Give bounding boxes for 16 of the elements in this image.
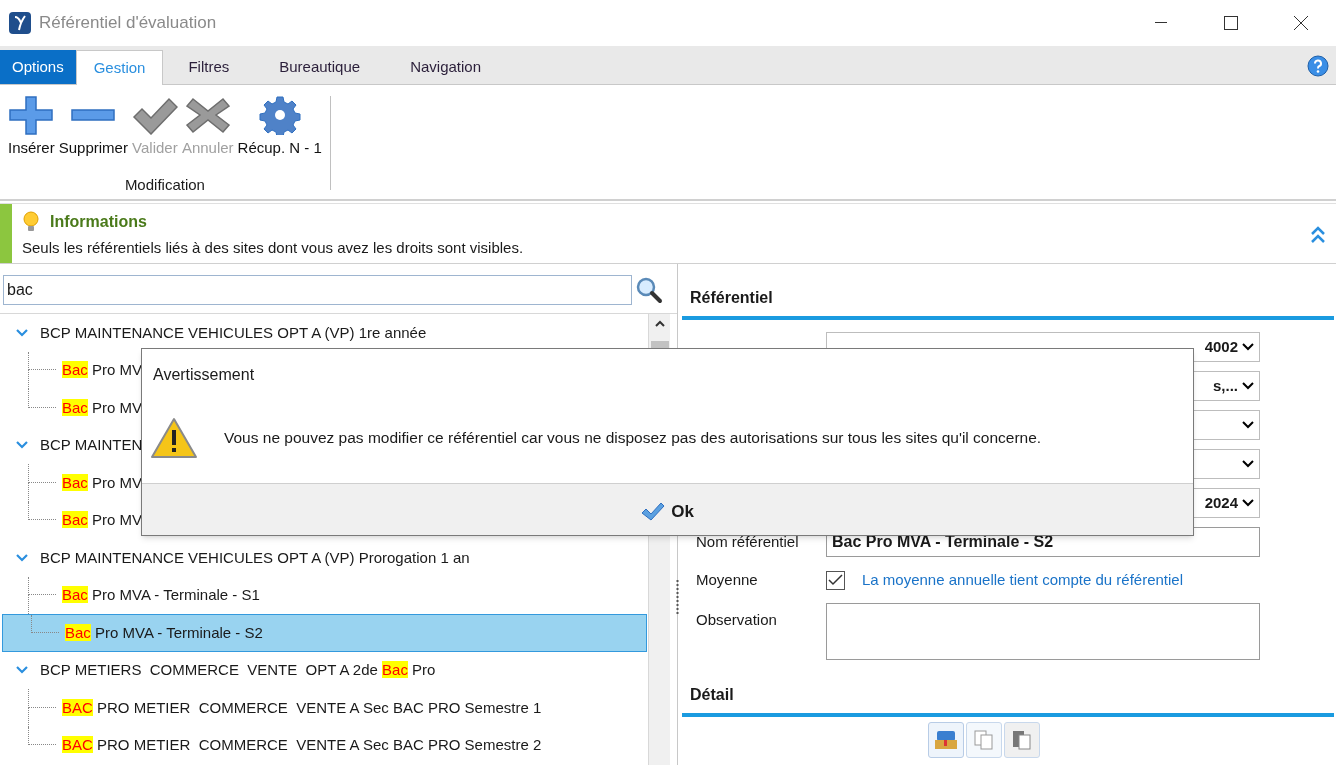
ribbon-group-label: Modification [124, 174, 205, 195]
tree-group-label: BCP MAINTENANCE VEHICULES OPT A (VP) 1re année [40, 322, 427, 343]
field-label: Moyenne [696, 569, 759, 590]
tree-group-label: BCP METIERS COMMERCE VENTE OPT A 2de Bac Pro [40, 660, 436, 680]
tree-group-label: BCP MAINTENANCE VEHICULES OPT A (VP) Prorogation 1 an [40, 547, 470, 568]
field-label: Observation [696, 610, 778, 630]
dialog-message: Vous ne pouvez pas modifier ce référentiel car vous ne disposez pas des autorisations sur tous les sites qu'il concerne. [224, 428, 1042, 449]
field-label: Nom référentiel [696, 531, 800, 552]
window-title: Référentiel d'évaluation [39, 12, 217, 35]
section-title: Détail [689, 685, 735, 705]
tree-group-label: BCP MAINTEN [40, 435, 143, 455]
checkbox-label: La moyenne annuelle tient compte du référentiel [862, 569, 1184, 590]
section-title: Référentiel [689, 288, 774, 308]
info-title: Informations [50, 212, 147, 232]
dialog-title: Avertissement [153, 365, 256, 385]
info-text: Seuls les référentiels liés à des sites dont vous avez les droits sont visibles. [22, 238, 525, 258]
